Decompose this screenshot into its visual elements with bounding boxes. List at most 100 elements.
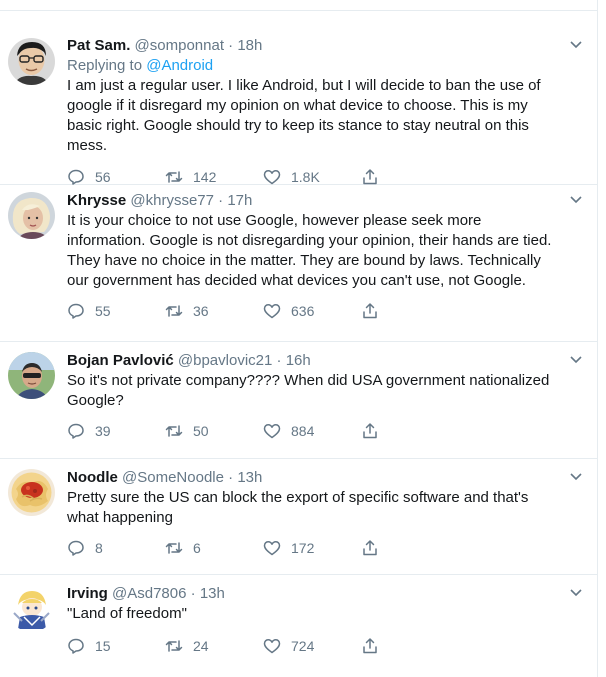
user-handle[interactable]: @somponnat <box>135 37 224 54</box>
tweet-text: So it's not private company???? When did… <box>67 372 554 409</box>
like-button[interactable]: 1.8K <box>263 168 361 186</box>
reply-icon <box>68 423 84 439</box>
tweet-text: "Land of freedom" <box>67 605 187 622</box>
retweet-count: 6 <box>193 540 201 556</box>
column-border <box>597 0 598 677</box>
user-handle[interactable]: @Asd7806 <box>112 585 186 602</box>
tweet-actions: 15 24 724 <box>67 636 559 656</box>
display-name[interactable]: Bojan Pavlović <box>67 352 174 369</box>
share-button[interactable] <box>361 168 459 186</box>
share-button[interactable] <box>361 422 459 440</box>
timestamp[interactable]: 18h <box>237 37 262 54</box>
timestamp[interactable]: 17h <box>227 192 252 209</box>
retweet-button[interactable]: 24 <box>165 637 263 655</box>
tweet[interactable]: Bojan Pavlović @bpavlovic21 · 16h So it'… <box>0 342 597 447</box>
retweet-count: 142 <box>193 169 217 185</box>
like-count: 1.8K <box>291 169 320 185</box>
tweet[interactable]: Irving @Asd7806 · 13h "Land of freedom" … <box>0 575 597 661</box>
tweet-header: Irving @Asd7806 · 13h <box>67 575 559 604</box>
reply-button[interactable]: 15 <box>67 637 165 655</box>
user-handle[interactable]: @khrysse77 <box>130 192 214 209</box>
retweet-button[interactable]: 50 <box>165 422 263 440</box>
reply-count: 8 <box>95 540 103 556</box>
chevron-down-icon[interactable] <box>569 588 583 598</box>
reply-thread: Pat Sam. @somponnat · 18h Replying to @A… <box>0 26 597 661</box>
tweet-header: Noodle @SomeNoodle · 13h <box>67 459 559 488</box>
tweet[interactable]: Pat Sam. @somponnat · 18h Replying to @A… <box>0 26 597 185</box>
like-count: 172 <box>291 540 315 556</box>
share-button[interactable] <box>361 637 459 655</box>
chevron-down-icon[interactable] <box>569 40 583 50</box>
display-name[interactable]: Noodle <box>67 469 118 486</box>
reply-button[interactable]: 8 <box>67 539 165 557</box>
like-count: 636 <box>291 303 315 319</box>
display-name[interactable]: Irving <box>67 585 108 602</box>
like-icon <box>263 424 281 439</box>
reply-button[interactable]: 55 <box>67 302 165 320</box>
replying-label: Replying to <box>67 57 147 74</box>
separator-dot: · <box>223 469 238 486</box>
tweet-text: It is your choice to not use Google, how… <box>67 212 556 289</box>
chevron-down-icon[interactable] <box>569 355 583 365</box>
timestamp[interactable]: 13h <box>200 585 225 602</box>
reply-icon <box>68 540 84 556</box>
like-count: 884 <box>291 423 315 439</box>
reply-count: 56 <box>95 169 111 185</box>
retweet-count: 50 <box>193 423 209 439</box>
avatar[interactable] <box>8 585 55 632</box>
separator-dot: · <box>186 585 200 602</box>
like-icon <box>263 639 281 654</box>
separator-dot: · <box>224 37 238 54</box>
display-name[interactable]: Pat Sam. <box>67 37 130 54</box>
share-button[interactable] <box>361 539 459 557</box>
share-button[interactable] <box>361 302 459 320</box>
reply-button[interactable]: 39 <box>67 422 165 440</box>
like-button[interactable]: 724 <box>263 637 361 655</box>
reply-count: 55 <box>95 303 111 319</box>
tweet-text: I am just a regular user. I like Android… <box>67 77 545 154</box>
reply-button[interactable]: 56 <box>67 168 165 186</box>
chevron-down-icon[interactable] <box>569 472 583 482</box>
retweet-button[interactable]: 6 <box>165 539 263 557</box>
top-divider <box>0 10 598 11</box>
avatar[interactable] <box>8 192 55 239</box>
tweet-actions: 56 142 1.8K <box>67 167 559 187</box>
avatar[interactable] <box>8 352 55 399</box>
like-button[interactable]: 636 <box>263 302 361 320</box>
reply-icon <box>68 169 84 185</box>
like-icon <box>263 170 281 185</box>
avatar[interactable] <box>8 38 55 85</box>
like-count: 724 <box>291 638 315 654</box>
retweet-icon <box>165 171 183 183</box>
timestamp[interactable]: 13h <box>237 469 262 486</box>
display-name[interactable]: Khrysse <box>67 192 126 209</box>
chevron-down-icon[interactable] <box>569 195 583 205</box>
share-icon <box>363 423 377 439</box>
retweet-button[interactable]: 36 <box>165 302 263 320</box>
avatar[interactable] <box>8 469 55 516</box>
separator-dot: · <box>272 352 286 369</box>
tweet[interactable]: Khrysse @khrysse77 · 17h It is your choi… <box>0 185 597 329</box>
retweet-button[interactable]: 142 <box>165 168 263 186</box>
like-button[interactable]: 172 <box>263 539 361 557</box>
reply-icon <box>68 303 84 319</box>
user-handle[interactable]: @SomeNoodle <box>122 469 224 486</box>
like-button[interactable]: 884 <box>263 422 361 440</box>
tweet-header: Bojan Pavlović @bpavlovic21 · 16h <box>67 342 559 371</box>
retweet-count: 36 <box>193 303 209 319</box>
replying-to: Replying to @Android <box>67 56 559 76</box>
tweet-actions: 8 6 172 <box>67 538 559 558</box>
share-icon <box>363 638 377 654</box>
reply-count: 15 <box>95 638 111 654</box>
replying-mention[interactable]: @Android <box>146 57 213 74</box>
tweet-header: Pat Sam. @somponnat · 18h <box>67 26 559 56</box>
share-icon <box>363 540 377 556</box>
tweet[interactable]: Noodle @SomeNoodle · 13h Pretty sure the… <box>0 459 597 563</box>
tweet-text: Pretty sure the US can block the export … <box>67 489 533 526</box>
reply-count: 39 <box>95 423 111 439</box>
timestamp[interactable]: 16h <box>286 352 311 369</box>
retweet-icon <box>165 640 183 652</box>
tweet-actions: 55 36 636 <box>67 301 559 321</box>
share-icon <box>363 303 377 319</box>
user-handle[interactable]: @bpavlovic21 <box>178 352 272 369</box>
